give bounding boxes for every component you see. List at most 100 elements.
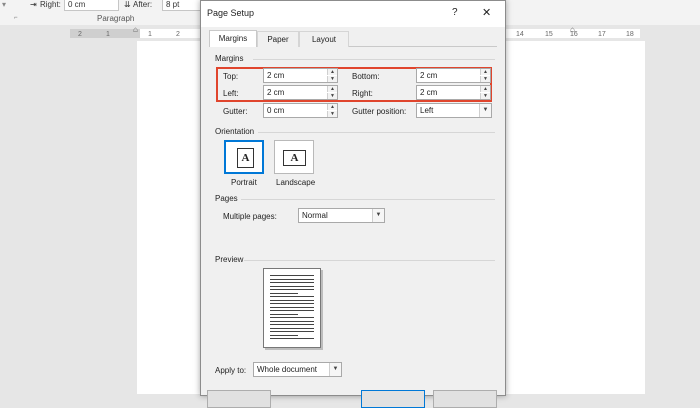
preview-line (270, 296, 314, 297)
spin-up-icon[interactable]: ▲ (327, 69, 337, 75)
cancel-button[interactable] (433, 390, 497, 408)
gutter-label: Gutter: (223, 107, 248, 116)
ribbon-left-fragment: ▾ (2, 0, 7, 9)
right-indent-marker-icon[interactable]: ⌂ (570, 25, 575, 34)
ok-button[interactable] (361, 390, 425, 408)
preview-line (270, 331, 314, 332)
preview-line (270, 289, 314, 290)
spin-down-icon[interactable]: ▼ (327, 76, 337, 82)
close-button[interactable]: ✕ (482, 6, 491, 19)
preview-line (270, 310, 314, 311)
paragraph-group-label: Paragraph (97, 14, 135, 23)
margins-section-title: Margins (215, 54, 244, 63)
indent-right-icon: ⇥ (30, 0, 37, 9)
preview-line (270, 313, 298, 315)
tab-margins[interactable]: Margins (209, 30, 257, 47)
preview-line (270, 292, 298, 294)
multiple-pages-label: Multiple pages: (223, 212, 277, 221)
left-margin-label: Left: (223, 89, 239, 98)
gutter-value: 0 cm (267, 106, 285, 115)
ruler-tick: 18 (626, 31, 634, 38)
top-margin-label: Top: (223, 72, 239, 81)
pages-section-divider (241, 199, 495, 200)
right-margin-value: 2 cm (420, 88, 438, 97)
preview-line (270, 282, 314, 283)
gutter-position-value: Left (420, 106, 434, 115)
right-margin-label: Right: (352, 89, 373, 98)
orientation-section-divider (258, 132, 495, 133)
portrait-button[interactable]: A (224, 140, 264, 174)
ruler-tick: 15 (545, 31, 553, 38)
bottom-margin-field[interactable]: 2 cm ▲ ▼ (416, 68, 491, 83)
paragraph-launcher-icon[interactable]: ⌐ (14, 15, 18, 21)
margins-section-divider (253, 59, 495, 60)
spin-down-icon[interactable]: ▼ (480, 76, 490, 82)
multiple-pages-value: Normal (302, 211, 328, 220)
portrait-icon: A (237, 148, 254, 168)
tab-layout[interactable]: Layout (299, 31, 349, 47)
portrait-label: Portrait (231, 178, 257, 187)
pages-section-title: Pages (215, 194, 238, 203)
preview-line (270, 338, 314, 339)
preview-line (270, 306, 314, 308)
preview-line (270, 320, 314, 322)
spacing-after-icon: ⇊ (124, 0, 131, 9)
spin-down-icon[interactable]: ▼ (327, 93, 337, 99)
multiple-pages-select[interactable]: Normal ▼ (298, 208, 385, 223)
dialog-title: Page Setup (207, 8, 255, 18)
spin-up-icon[interactable]: ▲ (327, 86, 337, 92)
preview-line (270, 334, 298, 336)
chevron-down-icon: ▼ (329, 363, 341, 376)
spacing-after-field[interactable]: 8 pt (162, 0, 201, 11)
spin-up-icon[interactable]: ▲ (480, 86, 490, 92)
landscape-button[interactable]: A (274, 140, 314, 174)
gutter-position-label: Gutter position: (352, 107, 407, 116)
bottom-margin-label: Bottom: (352, 72, 380, 81)
apply-to-value: Whole document (257, 365, 318, 374)
apply-to-label: Apply to: (215, 366, 247, 375)
right-margin-field[interactable]: 2 cm ▲ ▼ (416, 85, 491, 100)
gutter-field[interactable]: 0 cm ▲ ▼ (263, 103, 338, 118)
spin-up-icon[interactable]: ▲ (480, 69, 490, 75)
preview-line (270, 317, 314, 318)
preview-line (270, 278, 314, 280)
spacing-after-label: After: (133, 0, 153, 9)
indent-marker-icon[interactable]: ⌂ (133, 25, 138, 34)
gutter-position-select[interactable]: Left ▼ (416, 103, 492, 118)
left-margin-value: 2 cm (267, 88, 285, 97)
ruler-tick: 1 (106, 31, 110, 38)
left-margin-field[interactable]: 2 cm ▲ ▼ (263, 85, 338, 100)
preview-line (270, 285, 314, 287)
preview-line (270, 327, 314, 329)
preview-line (270, 275, 314, 276)
landscape-label: Landscape (276, 178, 316, 187)
ruler-tick: 2 (78, 31, 82, 38)
preview-page (263, 268, 321, 348)
preview-section-title: Preview (215, 255, 244, 264)
set-as-default-button[interactable] (207, 390, 271, 408)
spin-up-icon[interactable]: ▲ (327, 104, 337, 110)
ruler-tick: 14 (516, 31, 524, 38)
orientation-section-title: Orientation (215, 127, 255, 136)
indent-right-field[interactable]: 0 cm (64, 0, 119, 11)
ruler-tick: 2 (176, 31, 180, 38)
landscape-icon: A (283, 150, 306, 166)
ruler-tick: 1 (148, 31, 152, 38)
apply-to-select[interactable]: Whole document ▼ (253, 362, 342, 377)
tab-paper[interactable]: Paper (257, 31, 299, 47)
preview-line (270, 299, 314, 301)
chevron-down-icon: ▼ (372, 209, 384, 222)
indent-right-label: Right: (40, 0, 61, 9)
preview-section-divider (244, 260, 495, 261)
chevron-down-icon: ▼ (479, 104, 491, 117)
page-setup-dialog: Page Setup ? ✕ Margins Paper Layout Marg… (200, 0, 506, 408)
preview-line (270, 324, 314, 325)
top-margin-value: 2 cm (267, 71, 285, 80)
help-button[interactable]: ? (452, 7, 458, 18)
bottom-margin-value: 2 cm (420, 71, 438, 80)
preview-line (270, 303, 314, 304)
spin-down-icon[interactable]: ▼ (327, 111, 337, 117)
top-margin-field[interactable]: 2 cm ▲ ▼ (263, 68, 338, 83)
ruler-tick: 17 (598, 31, 606, 38)
spin-down-icon[interactable]: ▼ (480, 93, 490, 99)
